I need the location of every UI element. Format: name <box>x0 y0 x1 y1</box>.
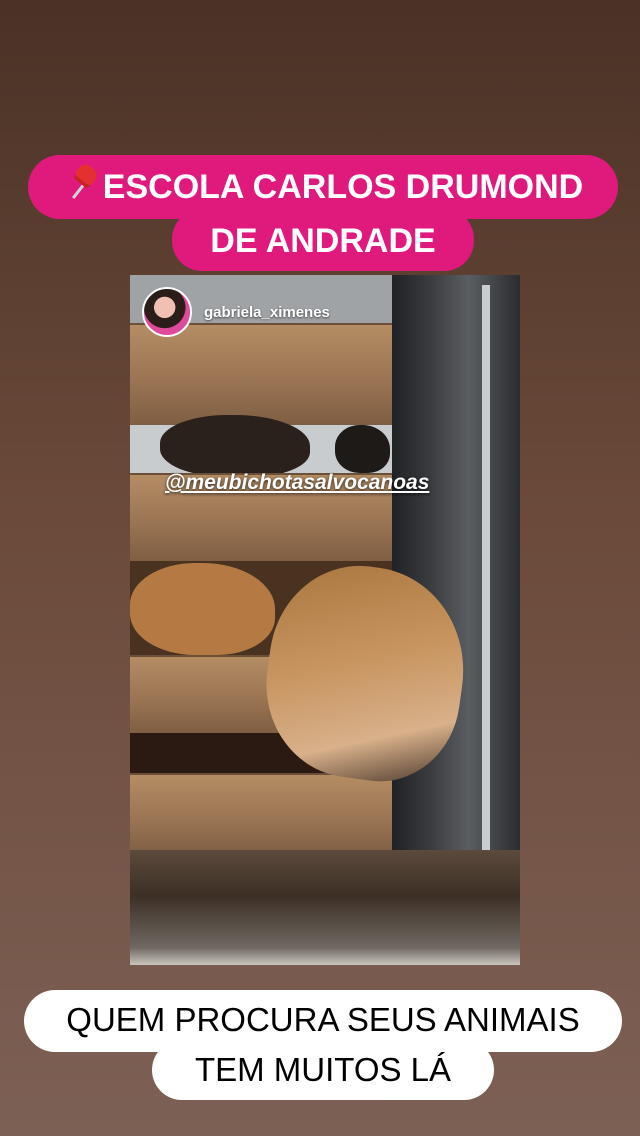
caption-bottom-line-2-bubble: TEM MUITOS LÁ <box>152 1040 494 1100</box>
caption-line-2-bubble: DE ANDRADE <box>172 209 474 271</box>
caption-line-2: DE ANDRADE <box>210 222 436 260</box>
dog-black-2 <box>335 425 390 473</box>
crate-floor <box>130 850 520 965</box>
story-author[interactable]: gabriela_ximenes <box>142 287 330 337</box>
caption-line-1: ESCOLA CARLOS DRUMOND <box>102 168 584 206</box>
pushpin-icon <box>63 161 100 204</box>
avatar[interactable] <box>142 287 192 337</box>
dog-black <box>160 415 310 477</box>
author-username[interactable]: gabriela_ximenes <box>204 304 330 321</box>
caption-bottom-line-2: TEM MUITOS LÁ <box>194 1051 452 1088</box>
caption-bottom-line-1: QUEM PROCURA SEUS ANIMAIS <box>66 1001 580 1038</box>
mention-sticker[interactable]: @meubichotasalvocanoas <box>165 471 429 495</box>
reposted-story-photo[interactable]: gabriela_ximenes @meubichotasalvocanoas <box>130 275 520 965</box>
dog-brown-left <box>130 563 275 655</box>
